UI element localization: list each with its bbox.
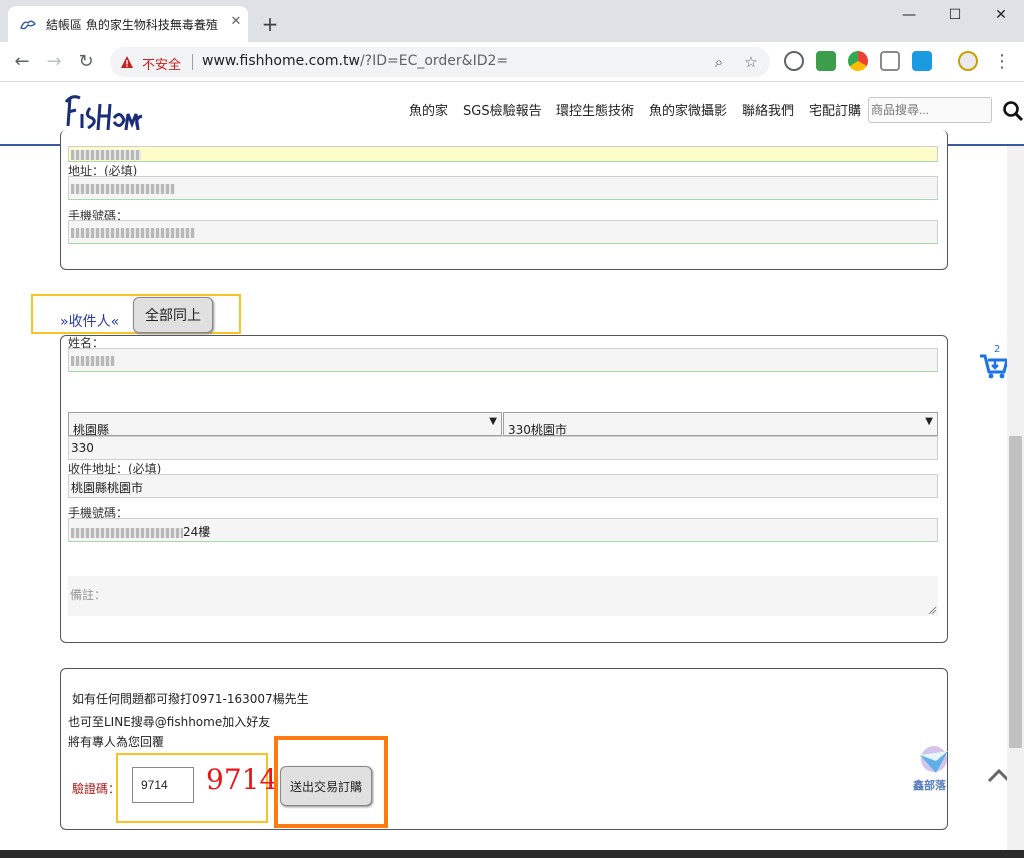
tab-title: 結帳區 魚的家生物科技無毒養殖: [46, 18, 218, 32]
captcha-highlight-box: 9714: [116, 753, 277, 823]
district-value: 330桃園市: [508, 423, 567, 437]
county-select[interactable]: 桃園縣 ▼: [68, 412, 502, 437]
tab-close-icon[interactable]: ✕: [228, 14, 244, 30]
browser-window: 結帳區 魚的家生物科技無毒養殖 ✕ + — ☐ ✕ ← → ↻ 不安全 www.…: [0, 0, 1024, 858]
redacted-text: [71, 149, 141, 160]
receiver-phone-suffix: 24樓: [183, 525, 211, 539]
warning-triangle-icon: [121, 56, 133, 68]
submit-order-button[interactable]: 送出交易訂購: [280, 766, 372, 806]
district-select[interactable]: 330桃園市 ▼: [503, 412, 938, 437]
submit-highlight-box: 送出交易訂購: [274, 736, 388, 828]
captcha-label: 驗證碼：: [72, 782, 121, 796]
reload-icon[interactable]: ↻: [74, 50, 98, 74]
profile-avatar-icon[interactable]: [958, 51, 978, 71]
extension-speech-icon[interactable]: [784, 51, 804, 71]
bookmark-star-icon[interactable]: ☆: [742, 53, 760, 71]
minimize-button[interactable]: —: [886, 0, 932, 30]
redacted-text: [71, 227, 195, 238]
menu-kebab-icon[interactable]: ⋮: [990, 50, 1014, 74]
watermark-text: 鑫部落: [913, 779, 946, 792]
chevron-down-icon: ▼: [489, 416, 497, 427]
receiver-name-field[interactable]: [68, 348, 938, 372]
nav-eco-tech[interactable]: 環控生態技術: [556, 100, 634, 119]
chevron-down-icon: ▼: [925, 416, 933, 427]
same-as-above-button[interactable]: 全部同上: [133, 297, 213, 333]
nav-fishhome[interactable]: 魚的家: [409, 100, 448, 119]
extension-mail-icon[interactable]: [816, 51, 836, 71]
search-icon[interactable]: [1002, 100, 1024, 122]
nav-contact[interactable]: 聯絡我們: [742, 100, 794, 119]
contact-line-reply: 將有專人為您回覆: [68, 735, 165, 749]
page-scrollbar[interactable]: [1007, 146, 1024, 850]
url-path: /?ID=EC_order&ID2=: [359, 53, 509, 69]
browser-toolbar: ← → ↻ 不安全 www.fishhome.com.tw/?ID=EC_ord…: [0, 42, 1024, 82]
contact-line-line-id: 也可至LINE搜尋@fishhome加入好友: [68, 715, 271, 729]
receiver-address-field[interactable]: 桃園縣桃園市: [68, 474, 938, 498]
buyer-address-field[interactable]: [68, 176, 938, 200]
taskbar-strip: [0, 850, 1024, 858]
buyer-name-field[interactable]: [68, 146, 938, 162]
omnibox-divider: [192, 54, 193, 70]
extension-translate-icon[interactable]: [912, 51, 932, 71]
receiver-section-title: »收件人«: [60, 314, 120, 330]
nav-sgs-report[interactable]: SGS檢驗報告: [463, 100, 542, 119]
extension-box-icon[interactable]: [880, 51, 900, 71]
tab-strip: 結帳區 魚的家生物科技無毒養殖 ✕ + — ☐ ✕: [0, 0, 1024, 42]
redacted-text: [71, 355, 115, 366]
address-bar[interactable]: 不安全 www.fishhome.com.tw/?ID=EC_order&ID2…: [110, 47, 770, 77]
not-secure-label: 不安全: [142, 58, 182, 73]
zip-field[interactable]: 330: [68, 436, 938, 460]
county-value: 桃園縣: [73, 423, 110, 437]
forward-arrow-icon[interactable]: →: [42, 50, 66, 74]
back-arrow-icon[interactable]: ←: [10, 50, 34, 74]
captcha-input[interactable]: [132, 767, 194, 803]
close-window-button[interactable]: ✕: [978, 0, 1024, 30]
new-tab-button[interactable]: +: [258, 12, 282, 36]
watermark-logo-icon: [920, 746, 948, 773]
url-host: www.fishhome.com.tw: [202, 53, 360, 69]
redacted-text: [71, 183, 175, 194]
buyer-phone-field[interactable]: [68, 220, 938, 244]
zoom-search-icon[interactable]: ⌕: [710, 53, 728, 71]
captcha-code: 9714: [206, 763, 278, 796]
fish-favicon-icon: [20, 20, 36, 30]
receiver-highlight-box: »收件人« 全部同上: [31, 294, 241, 334]
remark-textarea[interactable]: 備註：: [68, 576, 938, 616]
extension-chrome-icon[interactable]: [848, 51, 868, 71]
product-search-input[interactable]: [868, 97, 992, 123]
cart-count-badge: 2: [994, 344, 1001, 355]
scrollbar-thumb[interactable]: [1009, 436, 1022, 748]
contact-line-phone: 如有任何問題都可撥打0971-163007楊先生: [72, 692, 309, 706]
active-tab[interactable]: 結帳區 魚的家生物科技無毒養殖 ✕: [8, 6, 248, 42]
receiver-phone-field[interactable]: 24樓: [68, 518, 938, 542]
nav-micro-photo[interactable]: 魚的家微攝影: [649, 100, 727, 119]
redacted-text: [71, 527, 183, 538]
url-text: www.fishhome.com.tw/?ID=EC_order&ID2=: [202, 53, 508, 69]
resize-grip-icon[interactable]: [927, 605, 937, 615]
maximize-button[interactable]: ☐: [932, 0, 978, 30]
nav-order[interactable]: 宅配訂購: [809, 100, 861, 119]
